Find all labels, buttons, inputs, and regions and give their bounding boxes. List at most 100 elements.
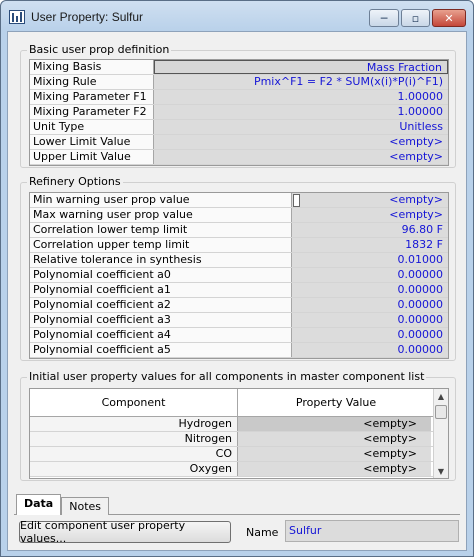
refinery-option-row: Relative tolerance in synthesis 0.01000 <box>30 253 448 268</box>
basic-prop-row-value[interactable]: Pmix^F1 = F2 * SUM(x(i)*P(i)^F1) <box>154 75 448 89</box>
basic-prop-row: Mixing Rule Pmix^F1 = F2 * SUM(x(i)*P(i)^… <box>30 75 448 90</box>
component-table-body: Hydrogen <empty> Nitrogen <empty> CO <empty> O… <box>30 417 448 477</box>
refinery-option-row: Polynomial coefficient a3 0.00000 <box>30 313 448 328</box>
refinery-option-row: Min warning user prop value <empty> <box>30 193 448 208</box>
refinery-option-row: Correlation lower temp limit 96.80 F <box>30 223 448 238</box>
refinery-option-row: Correlation upper temp limit 1832 F <box>30 238 448 253</box>
refinery-option-row-label: Min warning user prop value <box>30 193 292 207</box>
refinery-option-row-label: Correlation upper temp limit <box>30 238 292 252</box>
refinery-options-grid: Min warning user prop value <empty> Max wa… <box>29 192 449 359</box>
app-chart-icon <box>9 10 25 24</box>
table-row[interactable]: Oxygen <empty> <box>30 462 448 477</box>
refinery-option-row-value[interactable]: <empty> <box>292 208 448 222</box>
basic-prop-row-value[interactable]: <empty> <box>154 135 448 149</box>
property-value-cell[interactable]: <empty> <box>238 432 431 446</box>
basic-prop-row-value[interactable]: 1.00000 <box>154 105 448 119</box>
edit-component-values-button[interactable]: Edit component user property values... <box>19 519 231 545</box>
refinery-option-row-label: Polynomial coefficient a4 <box>30 328 292 342</box>
scroll-up-icon[interactable]: ▲ <box>434 389 448 403</box>
restore-icon: ▫ <box>411 11 420 25</box>
basic-prop-row: Mixing Parameter F2 1.00000 <box>30 105 448 120</box>
refinery-option-row-value[interactable]: 0.00000 <box>292 298 448 312</box>
component-name-cell: CO <box>30 447 238 461</box>
refinery-option-row-label: Max warning user prop value <box>30 208 292 222</box>
name-label: Name <box>246 526 279 539</box>
close-icon: ✕ <box>444 11 454 25</box>
refinery-option-row-label: Correlation lower temp limit <box>30 223 292 237</box>
basic-prop-row-label: Mixing Parameter F2 <box>30 105 154 119</box>
tab-notes[interactable]: Notes <box>61 497 110 515</box>
scroll-thumb[interactable] <box>435 405 447 419</box>
table-row[interactable]: Hydrogen <empty> <box>30 417 448 432</box>
refinery-option-row-label: Polynomial coefficient a5 <box>30 343 292 357</box>
basic-prop-legend: Basic user prop definition <box>27 43 172 56</box>
basic-prop-row-label: Mixing Basis <box>30 60 154 74</box>
component-name-cell: Nitrogen <box>30 432 238 446</box>
component-name-cell: Hydrogen <box>30 417 238 431</box>
refinery-option-row-label: Relative tolerance in synthesis <box>30 253 292 267</box>
refinery-option-row: Max warning user prop value <empty> <box>30 208 448 223</box>
tab-strip: Data Notes <box>16 494 110 516</box>
refinery-option-row: Polynomial coefficient a1 0.00000 <box>30 283 448 298</box>
basic-prop-row-value[interactable]: Mass Fraction <box>154 60 448 74</box>
property-value-cell[interactable]: <empty> <box>238 417 431 431</box>
refinery-option-row: Polynomial coefficient a4 0.00000 <box>30 328 448 343</box>
refinery-option-row-label: Polynomial coefficient a2 <box>30 298 292 312</box>
refinery-option-row: Polynomial coefficient a2 0.00000 <box>30 298 448 313</box>
basic-prop-row: Upper Limit Value <empty> <box>30 150 448 165</box>
refinery-option-row-value[interactable]: 96.80 F <box>292 223 448 237</box>
dialog-client-area: Basic user prop definition Mixing Basis M… <box>7 31 467 551</box>
refinery-option-row-value[interactable]: 0.00000 <box>292 283 448 297</box>
user-property-window: User Property: Sulfur ─ ▫ ✕ Basic user p… <box>0 0 474 557</box>
restore-button[interactable]: ▫ <box>401 9 430 27</box>
component-table-scrollbar[interactable]: ▲ ▼ <box>433 389 448 478</box>
name-field[interactable]: Sulfur <box>285 520 459 542</box>
refinery-option-row-label: Polynomial coefficient a3 <box>30 313 292 327</box>
minimize-button[interactable]: ─ <box>369 9 399 27</box>
refinery-option-row-label: Polynomial coefficient a1 <box>30 283 292 297</box>
minimize-icon: ─ <box>380 11 388 25</box>
basic-prop-row-value[interactable]: Unitless <box>154 120 448 134</box>
scroll-down-icon[interactable]: ▼ <box>434 464 448 478</box>
table-row[interactable]: Nitrogen <empty> <box>30 432 448 447</box>
initial-values-legend: Initial user property values for all com… <box>27 370 427 383</box>
basic-prop-row-label: Mixing Rule <box>30 75 154 89</box>
refinery-option-row-label: Polynomial coefficient a0 <box>30 268 292 282</box>
refinery-option-row-value[interactable]: <empty> <box>292 193 448 207</box>
component-table: Component Property Value Hydrogen <empty>… <box>29 388 449 479</box>
refinery-option-row-value[interactable]: 0.00000 <box>292 313 448 327</box>
window-title: User Property: Sulfur <box>31 10 144 24</box>
basic-prop-row: Mixing Basis Mass Fraction <box>30 60 448 75</box>
basic-prop-row-label: Mixing Parameter F1 <box>30 90 154 104</box>
refinery-options-group: Refinery Options Min warning user prop v… <box>20 175 456 361</box>
refinery-option-row-value[interactable]: 0.01000 <box>292 253 448 267</box>
basic-prop-row-label: Lower Limit Value <box>30 135 154 149</box>
property-value-cell[interactable]: <empty> <box>238 447 431 461</box>
refinery-option-row: Polynomial coefficient a0 0.00000 <box>30 268 448 283</box>
basic-prop-row: Unit Type Unitless <box>30 120 448 135</box>
basic-prop-row-value[interactable]: <empty> <box>154 150 448 164</box>
component-table-header: Component Property Value <box>30 389 448 417</box>
title-bar[interactable]: User Property: Sulfur ─ ▫ ✕ <box>1 1 473 31</box>
refinery-option-row: Polynomial coefficient a5 0.00000 <box>30 343 448 358</box>
basic-prop-row: Lower Limit Value <empty> <box>30 135 448 150</box>
basic-prop-grid: Mixing Basis Mass Fraction Mixing Rule Pmix… <box>29 59 449 166</box>
basic-prop-row-label: Unit Type <box>30 120 154 134</box>
column-header-component[interactable]: Component <box>30 389 238 416</box>
refinery-options-legend: Refinery Options <box>27 175 123 188</box>
property-value-cell[interactable]: <empty> <box>238 462 431 476</box>
basic-prop-row: Mixing Parameter F1 1.00000 <box>30 90 448 105</box>
basic-prop-row-label: Upper Limit Value <box>30 150 154 164</box>
initial-values-group: Initial user property values for all com… <box>20 370 456 481</box>
refinery-option-row-value[interactable]: 1832 F <box>292 238 448 252</box>
refinery-option-row-value[interactable]: 0.00000 <box>292 268 448 282</box>
column-header-property-value[interactable]: Property Value <box>238 389 435 416</box>
refinery-option-row-value[interactable]: 0.00000 <box>292 328 448 342</box>
close-button[interactable]: ✕ <box>432 9 466 27</box>
refinery-option-row-value[interactable]: 0.00000 <box>292 343 448 357</box>
basic-prop-group: Basic user prop definition Mixing Basis M… <box>20 43 456 168</box>
component-name-cell: Oxygen <box>30 462 238 476</box>
tab-data[interactable]: Data <box>16 494 62 515</box>
basic-prop-row-value[interactable]: 1.00000 <box>154 90 448 104</box>
table-row[interactable]: CO <empty> <box>30 447 448 462</box>
